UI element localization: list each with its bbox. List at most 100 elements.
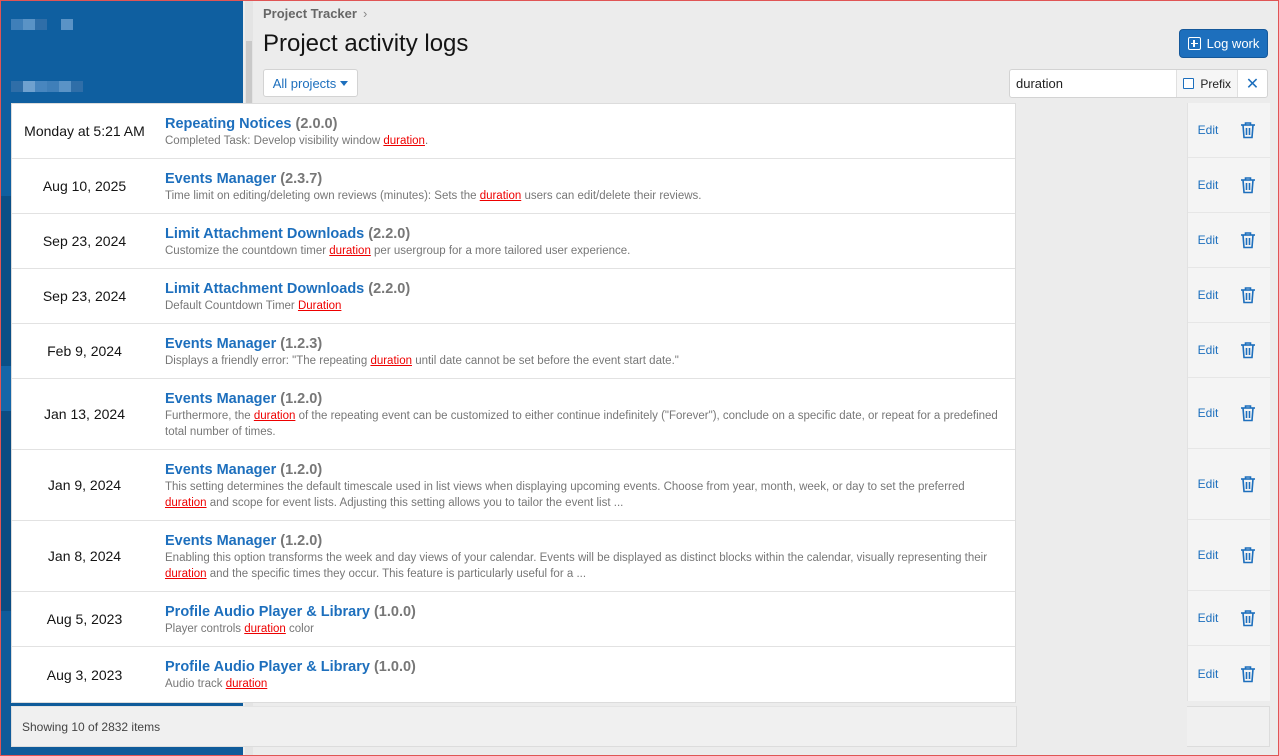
desc-text: Player controls xyxy=(165,622,245,635)
log-row: Aug 10, 2025 Events Manager (2.3.7) Time l… xyxy=(12,159,1015,214)
breadcrumb-item[interactable]: Project Tracker xyxy=(263,6,357,21)
log-row: Jan 9, 2024 Events Manager (1.2.0) This se… xyxy=(12,450,1015,521)
project-version: (1.2.0) xyxy=(280,461,323,478)
log-work-button[interactable]: Log work xyxy=(1179,29,1268,58)
desc-text: per usergroup for a more tailored user e… xyxy=(370,244,631,257)
log-date: Jan 8, 2024 xyxy=(47,548,122,564)
project-name-link[interactable]: Profile Audio Player & Library xyxy=(165,659,370,675)
edit-link[interactable]: Edit xyxy=(1188,343,1228,357)
row-actions: Edit xyxy=(1188,213,1270,268)
edit-link[interactable]: Edit xyxy=(1188,233,1228,247)
desc-text: Enabling this option transforms the week… xyxy=(165,551,988,564)
plus-square-icon xyxy=(1187,37,1201,50)
prefix-checkbox[interactable] xyxy=(1183,78,1195,89)
log-description: This setting determines the default time… xyxy=(165,479,1007,511)
log-description: Enabling this option transforms the week… xyxy=(165,550,1007,582)
project-name-link[interactable]: Repeating Notices xyxy=(165,116,292,132)
list-footer-actions xyxy=(1187,706,1270,747)
edit-link[interactable]: Edit xyxy=(1188,477,1228,491)
trash-icon[interactable] xyxy=(1228,341,1268,359)
project-version: (2.2.0) xyxy=(368,225,411,242)
row-actions: Edit xyxy=(1188,378,1270,449)
trash-icon[interactable] xyxy=(1228,231,1268,249)
edit-link[interactable]: Edit xyxy=(1188,288,1228,302)
project-name-link[interactable]: Events Manager xyxy=(165,171,276,187)
project-version: (1.2.0) xyxy=(280,390,323,407)
activity-log-list: Monday at 5:21 AM Repeating Notices (2.0.… xyxy=(11,103,1016,703)
log-title: Profile Audio Player & Library (1.0.0) xyxy=(165,603,1007,621)
edit-link[interactable]: Edit xyxy=(1188,406,1228,420)
project-name-link[interactable]: Events Manager xyxy=(165,533,276,549)
row-actions: Edit xyxy=(1188,449,1270,520)
trash-icon[interactable] xyxy=(1228,121,1268,139)
pagination-summary: Showing 10 of 2832 items xyxy=(22,719,161,734)
desc-text: Displays a friendly error: "The repeatin… xyxy=(165,354,371,367)
log-content: Events Manager (1.2.0) Furthermore, the d… xyxy=(157,379,1015,449)
log-date: Aug 5, 2023 xyxy=(46,611,123,627)
project-name-link[interactable]: Events Manager xyxy=(165,391,276,407)
row-actions: Edit xyxy=(1188,103,1270,158)
search-highlight: duration xyxy=(383,134,425,147)
project-name-link[interactable]: Limit Attachment Downloads xyxy=(165,226,364,242)
trash-icon[interactable] xyxy=(1228,609,1268,627)
log-row: Feb 9, 2024 Events Manager (1.2.3) Display… xyxy=(12,324,1015,379)
trash-icon[interactable] xyxy=(1228,475,1268,493)
sidebar-blur-tile xyxy=(59,81,71,92)
project-version: (1.0.0) xyxy=(373,659,416,675)
log-description: Default Countdown Timer Duration xyxy=(165,298,1007,314)
log-content: Repeating Notices (2.0.0) Completed Task:… xyxy=(157,104,1015,158)
edit-link[interactable]: Edit xyxy=(1188,178,1228,192)
desc-text: Default Countdown Timer xyxy=(165,299,298,312)
log-row: Aug 3, 2023 Profile Audio Player & Librar… xyxy=(12,647,1015,702)
edit-link[interactable]: Edit xyxy=(1188,123,1228,137)
project-version: (1.2.0) xyxy=(280,532,323,549)
row-actions: Edit xyxy=(1188,591,1270,646)
search-input[interactable] xyxy=(1010,70,1177,97)
search-highlight: duration xyxy=(225,678,268,690)
log-row: Jan 8, 2024 Events Manager (1.2.0) Enablin… xyxy=(12,521,1015,592)
log-content: Events Manager (2.3.7) Time limit on edit… xyxy=(157,159,1015,213)
desc-text: Furthermore, the xyxy=(165,409,254,422)
log-date: Sep 23, 2024 xyxy=(42,288,127,304)
log-description: Furthermore, the duration of the repeati… xyxy=(165,408,1007,440)
desc-text: Time limit on editing/deleting own revie… xyxy=(165,189,480,202)
sidebar-blur-tile xyxy=(47,81,59,92)
search-highlight: duration xyxy=(253,409,296,422)
project-name-link[interactable]: Limit Attachment Downloads xyxy=(165,281,364,297)
search-highlight: duration xyxy=(244,622,286,635)
clear-search-icon[interactable]: ✕ xyxy=(1237,70,1267,97)
desc-text: Audio track xyxy=(165,678,226,690)
log-content: Limit Attachment Downloads (2.2.0) Custom… xyxy=(157,214,1015,268)
caret-down-icon xyxy=(340,80,349,86)
list-footer: Showing 10 of 2832 items xyxy=(11,706,1017,747)
trash-icon[interactable] xyxy=(1228,546,1268,564)
project-version: (1.2.3) xyxy=(280,335,323,352)
row-actions: Edit xyxy=(1188,323,1270,378)
desc-text: color xyxy=(285,622,314,635)
log-title: Profile Audio Player & Library (1.0.0) xyxy=(165,658,1007,676)
project-name-link[interactable]: Profile Audio Player & Library xyxy=(165,604,370,620)
trash-icon[interactable] xyxy=(1228,404,1268,422)
trash-icon[interactable] xyxy=(1228,286,1268,304)
project-name-link[interactable]: Events Manager xyxy=(165,462,276,478)
sidebar-blur-tile xyxy=(61,19,73,30)
desc-text: Completed Task: Develop visibility windo… xyxy=(165,134,384,147)
log-title: Events Manager (1.2.0) xyxy=(165,390,1007,408)
edit-link[interactable]: Edit xyxy=(1188,548,1228,562)
sidebar-blur-tile xyxy=(71,81,83,92)
search-box: Prefix ✕ xyxy=(1009,69,1268,98)
edit-link[interactable]: Edit xyxy=(1188,611,1228,625)
log-description: Time limit on editing/deleting own revie… xyxy=(165,188,1007,204)
log-date: Aug 3, 2023 xyxy=(46,666,123,683)
search-highlight: duration xyxy=(370,354,412,367)
project-filter-dropdown[interactable]: All projects xyxy=(263,69,358,97)
prefix-toggle[interactable]: Prefix xyxy=(1176,70,1237,97)
edit-link[interactable]: Edit xyxy=(1188,667,1228,681)
project-version: (2.2.0) xyxy=(368,280,411,297)
project-filter-label: All projects xyxy=(272,75,337,91)
trash-icon[interactable] xyxy=(1228,665,1268,683)
trash-icon[interactable] xyxy=(1228,176,1268,194)
log-description: Player controls duration color xyxy=(165,621,1007,637)
row-actions: Edit xyxy=(1188,520,1270,591)
project-name-link[interactable]: Events Manager xyxy=(165,336,276,352)
